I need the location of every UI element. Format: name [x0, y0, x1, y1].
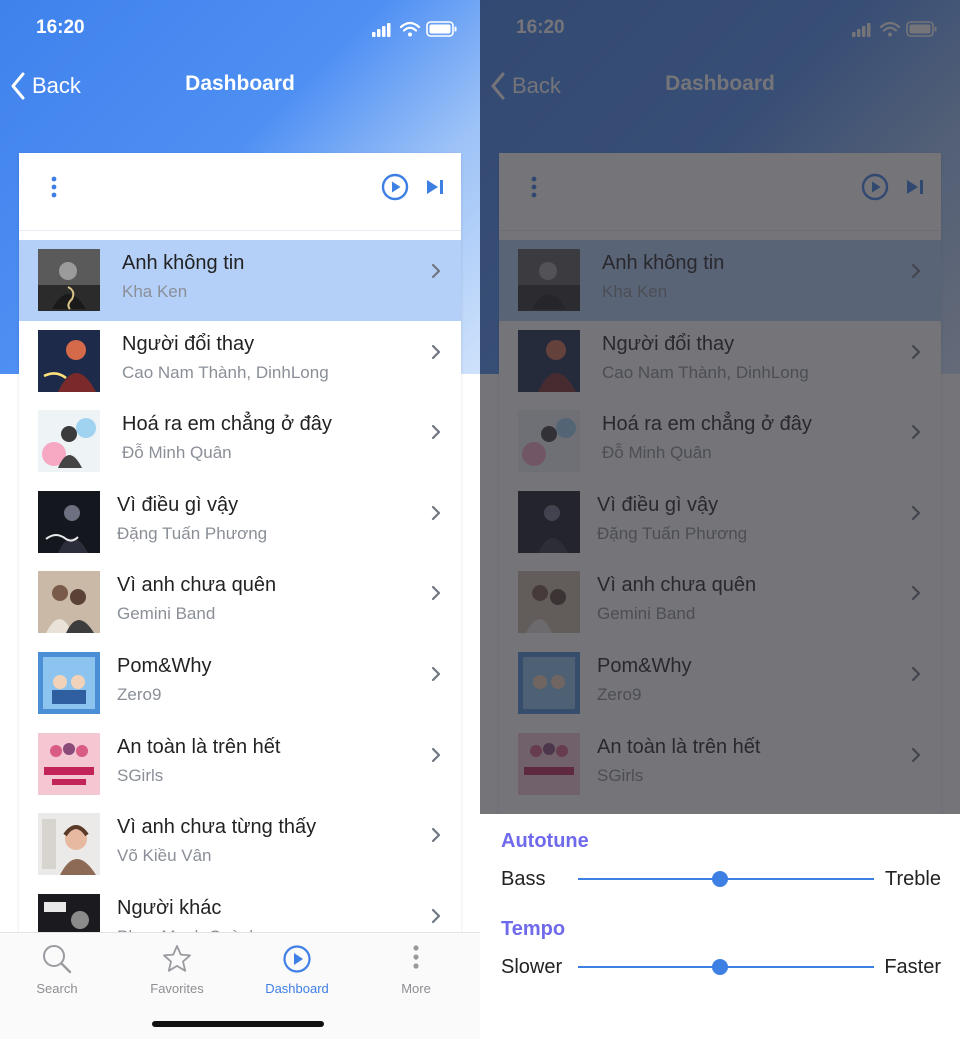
song-title: Người khác — [117, 896, 222, 919]
skip-next-icon[interactable] — [425, 177, 445, 197]
autotune-slider-thumb[interactable] — [712, 871, 729, 887]
song-title: Người đổi thay — [122, 332, 255, 355]
faster-label: Faster — [884, 956, 941, 978]
play-button-icon[interactable] — [381, 173, 409, 201]
song-title: Vì anh chưa quên — [117, 574, 277, 597]
tempo-heading: Tempo — [501, 918, 566, 940]
star-icon — [163, 945, 191, 972]
song-artist: Võ Kiều Vân — [117, 846, 212, 866]
chevron-right-icon — [431, 666, 441, 682]
tab-favorites[interactable]: Favorites — [127, 943, 227, 1003]
player-toolbar — [19, 153, 461, 231]
chevron-right-icon — [431, 505, 441, 520]
song-list: Anh không tin Kha Ken Người đổi thay Cao… — [19, 240, 461, 943]
signal-icon — [372, 23, 391, 37]
wifi-icon — [399, 21, 421, 32]
tab-dashboard[interactable]: Dashboard — [247, 943, 347, 1003]
song-artist: Gemini Band — [117, 604, 216, 624]
song-artist: Cao Nam Thành, DinhLong — [122, 362, 329, 382]
tab-label: More — [401, 981, 431, 996]
tab-label: Favorites — [150, 981, 204, 996]
album-cover — [38, 329, 100, 392]
page-title: Dashboard — [185, 72, 295, 95]
phone-screen-settings: 16:20 Back Dashboard — [480, 0, 960, 1039]
tab-label: Search — [36, 981, 78, 996]
bass-label: Bass — [501, 868, 546, 890]
chevron-right-icon — [431, 828, 441, 843]
song-artist: Đỗ Minh Quân — [122, 443, 232, 463]
battery-icon — [426, 21, 457, 37]
playlist-card: Anh không tin Kha Ken Người đổi thay Cao… — [19, 153, 461, 943]
song-row[interactable]: Vì điều gì vậy Đặng Tuấn Phương — [19, 482, 461, 563]
play-circle-icon — [283, 945, 311, 973]
status-time: 16:20 — [36, 17, 85, 38]
tab-label: Dashboard — [265, 981, 329, 996]
song-title: Hoá ra em chẳng ở đây — [122, 413, 332, 436]
song-row[interactable]: Vì anh chưa từng thấy Võ Kiều Vân — [19, 804, 461, 885]
song-title: Pom&Why — [117, 654, 212, 677]
album-cover — [38, 249, 100, 311]
autotune-heading: Autotune — [501, 830, 589, 852]
status-icons — [372, 21, 457, 37]
song-title: Anh không tin — [122, 252, 245, 274]
more-options-icon[interactable] — [47, 175, 61, 199]
treble-label: Treble — [885, 868, 941, 890]
song-artist: SGirls — [117, 765, 164, 785]
phone-screen-playlist: 16:20 Back Dashboard Anh không tin Kha K… — [0, 0, 480, 1039]
modal-backdrop[interactable] — [480, 0, 960, 814]
album-cover — [38, 410, 100, 473]
song-row[interactable]: An toàn là trên hết SGirls — [19, 724, 461, 805]
tab-more[interactable]: More — [366, 943, 466, 1003]
home-indicator — [152, 1021, 324, 1027]
chevron-right-icon — [431, 747, 441, 762]
song-row[interactable]: Vì anh chưa quên Gemini Band — [19, 562, 461, 643]
song-row[interactable]: Pom&Why Zero9 — [19, 643, 461, 724]
tempo-slider[interactable] — [578, 959, 874, 975]
album-cover — [38, 651, 100, 714]
song-title: Vì anh chưa từng thấy — [117, 816, 317, 839]
album-cover — [38, 732, 100, 795]
audio-settings-sheet: Autotune Bass Treble Tempo Slower Faster — [480, 814, 960, 1039]
tab-search[interactable]: Search — [7, 943, 107, 1003]
autotune-slider[interactable] — [578, 871, 874, 887]
song-artist: Kha Ken — [122, 282, 188, 301]
chevron-right-icon — [431, 908, 441, 923]
tempo-slider-thumb[interactable] — [712, 959, 729, 975]
chevron-right-icon — [431, 344, 441, 359]
chevron-right-icon — [431, 263, 441, 279]
more-vertical-icon — [413, 945, 419, 969]
album-cover — [38, 571, 100, 634]
song-artist: Đặng Tuấn Phương — [117, 523, 268, 543]
song-title: Vì điều gì vậy — [117, 493, 239, 516]
song-row[interactable]: Anh không tin Kha Ken — [19, 240, 461, 321]
album-cover — [38, 813, 100, 876]
chevron-right-icon — [431, 425, 441, 440]
slower-label: Slower — [501, 956, 563, 978]
album-cover — [38, 490, 100, 553]
song-title: An toàn là trên hết — [117, 735, 281, 758]
song-row[interactable]: Người đổi thay Cao Nam Thành, DinhLong — [19, 321, 461, 402]
song-artist: Zero9 — [117, 684, 162, 704]
chevron-right-icon — [431, 586, 441, 601]
song-row[interactable]: Hoá ra em chẳng ở đây Đỗ Minh Quân — [19, 401, 461, 482]
search-icon — [43, 945, 72, 974]
